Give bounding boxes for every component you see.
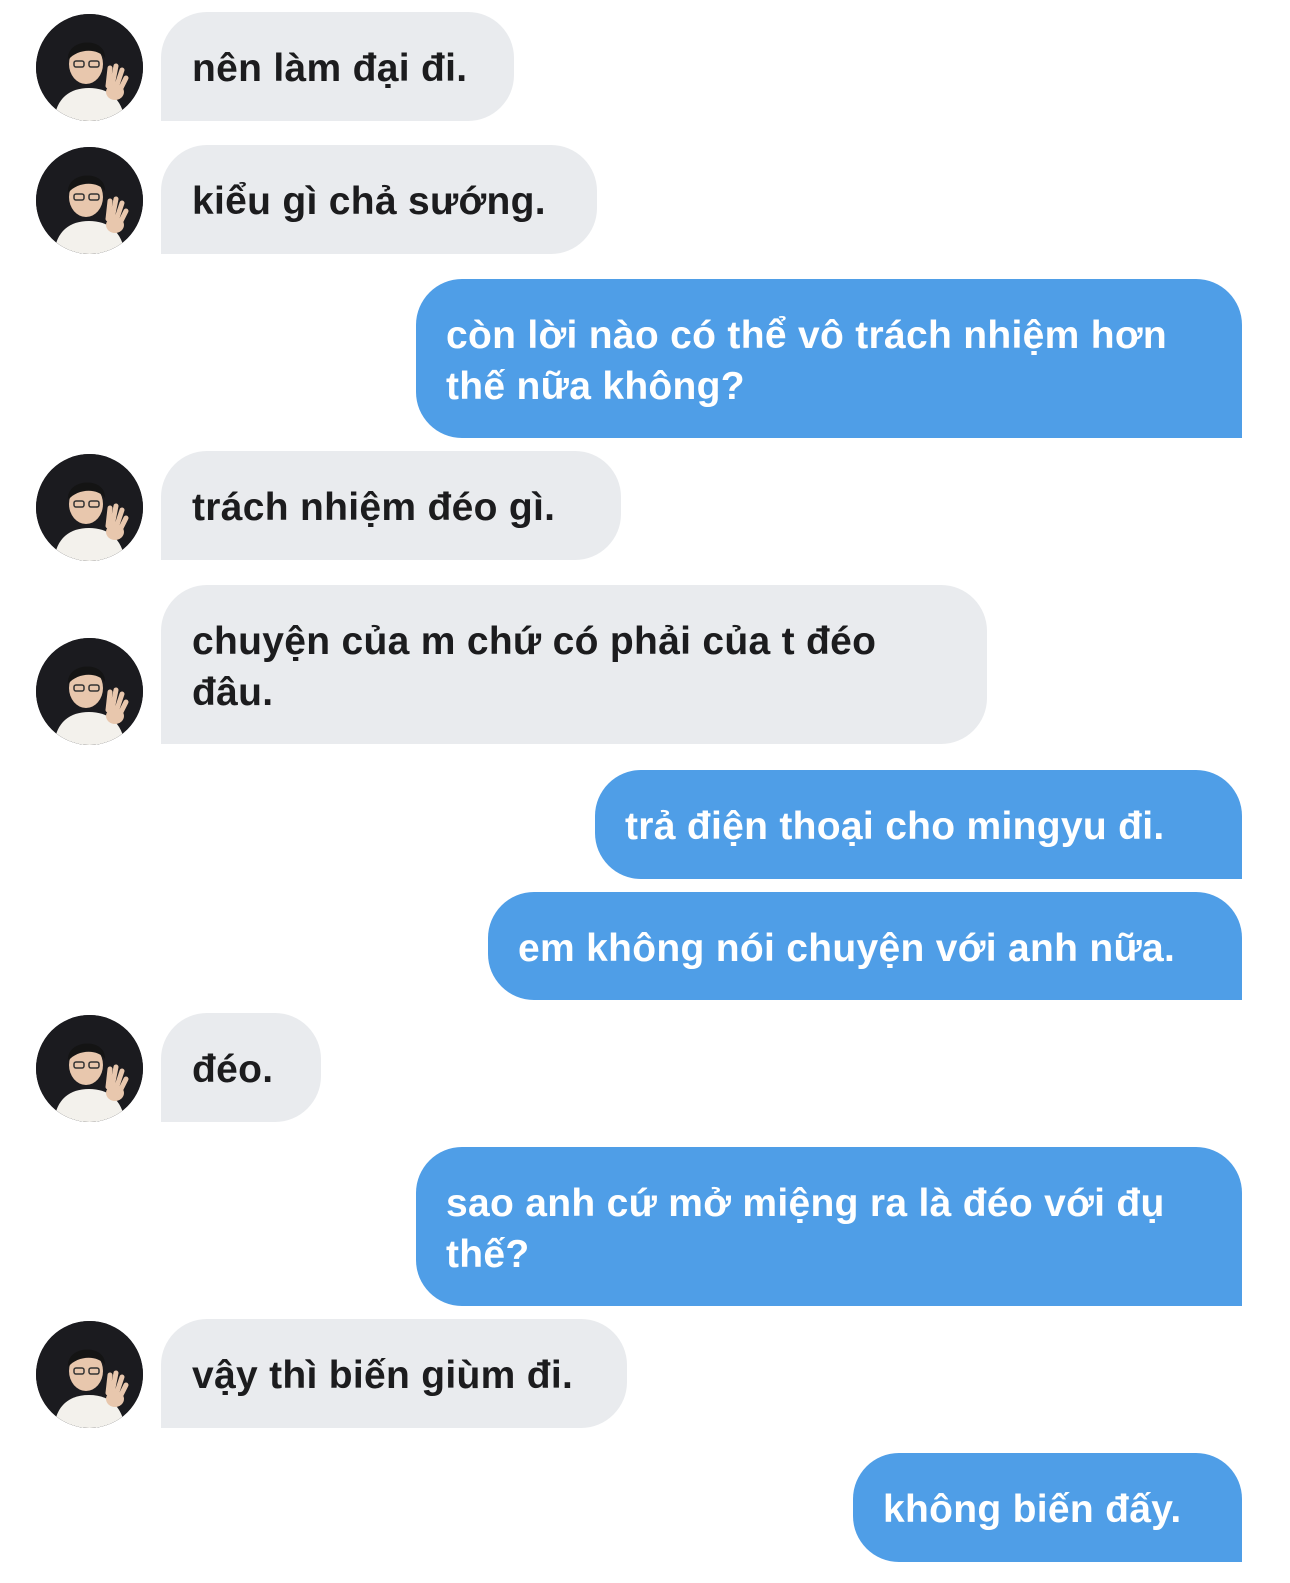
- avatar-photo-icon: [36, 14, 143, 121]
- contact-avatar[interactable]: [36, 14, 143, 121]
- message-bubble-incoming[interactable]: trách nhiệm đéo gì.: [161, 451, 621, 560]
- message-bubble-outgoing[interactable]: trả điện thoại cho mingyu đi.: [595, 770, 1242, 879]
- avatar-photo-icon: [36, 1321, 143, 1428]
- avatar-photo-icon: [36, 638, 143, 745]
- message-bubble-incoming[interactable]: nên làm đại đi.: [161, 12, 514, 121]
- avatar-photo-icon: [36, 147, 143, 254]
- contact-avatar[interactable]: [36, 147, 143, 254]
- message-bubble-incoming[interactable]: vậy thì biến giùm đi.: [161, 1319, 627, 1428]
- message-bubble-outgoing[interactable]: em không nói chuyện với anh nữa.: [488, 892, 1242, 1000]
- message-bubble-incoming[interactable]: đéo.: [161, 1013, 321, 1122]
- message-bubble-outgoing[interactable]: không biến đấy.: [853, 1453, 1242, 1562]
- message-bubble-incoming[interactable]: chuyện của m chứ có phải của t đéo đâu.: [161, 585, 987, 744]
- contact-avatar[interactable]: [36, 638, 143, 745]
- avatar-photo-icon: [36, 1015, 143, 1122]
- message-bubble-outgoing[interactable]: sao anh cứ mở miệng ra là đéo với đụ thế…: [416, 1147, 1242, 1306]
- message-bubble-incoming[interactable]: kiểu gì chả sướng.: [161, 145, 597, 254]
- avatar-photo-icon: [36, 454, 143, 561]
- message-bubble-outgoing[interactable]: còn lời nào có thể vô trách nhiệm hơn th…: [416, 279, 1242, 438]
- contact-avatar[interactable]: [36, 1321, 143, 1428]
- contact-avatar[interactable]: [36, 454, 143, 561]
- contact-avatar[interactable]: [36, 1015, 143, 1122]
